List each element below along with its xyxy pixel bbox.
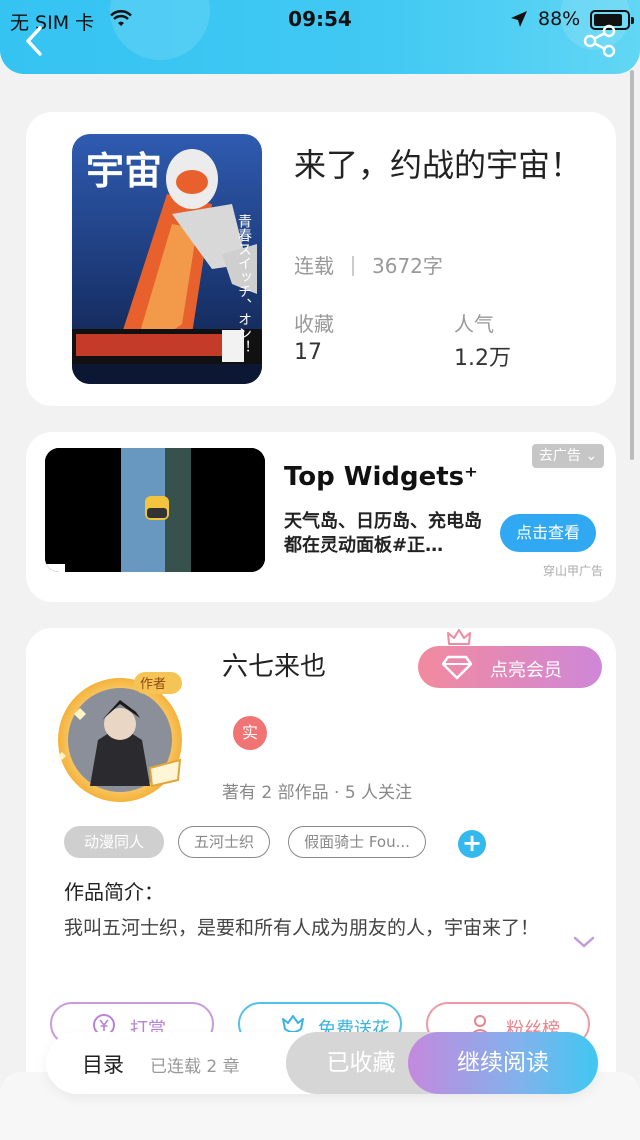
toc-button[interactable]: 目录 [82,1049,124,1079]
expand-intro-button[interactable] [572,934,596,954]
author-avatar-image: 作者 [58,672,182,802]
activate-vip-button[interactable]: 点亮会员 [418,646,602,688]
author-card: 作者 六七来也 点亮会员 实 著有 2 部作品 · 5 人关注 动漫同人 五河士… [26,628,616,1098]
add-tag-button[interactable]: + [458,830,486,858]
ad-video-frame [45,448,265,572]
ad-source: 穿山甲广告 [543,564,604,578]
back-button[interactable] [18,24,52,58]
cover-title-text: 宇宙 [86,149,162,193]
popularity-value: 1.2万 [454,346,511,371]
battery-nub [631,17,634,24]
chapter-count: 已连载 2 章 [150,1057,240,1077]
remove-ad-button[interactable]: 去广告 ⌄ [532,444,604,468]
author-avatar[interactable]: 作者 [50,668,190,808]
vip-label: 点亮会员 [490,660,562,681]
diamond-icon [441,654,473,685]
book-cover-image: 宇宙 青春スイッチ、オン！ [72,134,262,384]
battery-percent: 88% [538,8,581,30]
chevron-down-icon: ⌄ [585,448,598,464]
word-count: 3672字 [372,254,443,278]
popularity-label: 人气 [454,312,494,336]
favorites-value: 17 [294,340,322,365]
book-info-card: 宇宙 青春スイッチ、オン！ 来了，约战的宇宙！ 连载 3672字 收藏 17 人气… [26,112,616,406]
intro-label: 作品简介： [64,880,164,904]
top-header: 无 SIM 卡 09:54 88% [0,0,640,74]
location-arrow-icon [510,10,528,33]
book-meta: 连载 3672字 [294,250,443,279]
favorites-label: 收藏 [294,312,334,336]
book-title: 来了，约战的宇宙！ [294,146,583,184]
status-bar: 无 SIM 卡 09:54 88% [0,6,640,34]
plus-icon: + [461,829,483,857]
book-cover[interactable]: 宇宙 青春スイッチ、オン！ [72,134,262,384]
author-stats: 著有 2 部作品 · 5 人关注 [222,783,413,803]
scroll-indicator[interactable] [630,70,634,460]
author-name[interactable]: 六七来也 [222,646,326,683]
ad-title: Top Widgets⁺ [284,462,478,492]
chevron-down-icon [573,936,595,948]
intro-text: 我叫五河士织，是要和所有人成为朋友的人，宇宙来了！ [64,917,540,939]
collected-label: 已收藏 [326,1050,396,1076]
chevron-left-icon [26,26,42,56]
author-badge-label: 作者 [140,677,166,692]
remove-ad-label: 去广告 [538,448,581,464]
ad-description: 天气岛、日历岛、充电岛都在灵动面板#正… [284,511,482,556]
tag-item[interactable]: 假面骑士 Fou... [288,826,426,858]
share-icon [583,24,616,58]
meta-divider [352,256,354,276]
ad-card[interactable]: Top Widgets⁺ 天气岛、日历岛、充电岛都在灵动面板#正… 去广告 ⌄ … [26,432,616,602]
continue-reading-button[interactable]: 继续阅读 [408,1032,598,1094]
cover-side-text: 青春スイッチ、オン！ [236,214,252,354]
ad-video[interactable] [45,448,265,572]
ad-cta-button[interactable]: 点击查看 [500,514,596,552]
serial-status: 连载 [294,254,334,278]
share-button[interactable] [582,24,618,58]
tag-item[interactable]: 五河士织 [178,826,270,858]
verified-badge: 实 [233,716,267,750]
tag-item[interactable]: 动漫同人 [64,826,164,858]
bottom-action-bar: 目录 已连载 2 章 已收藏 继续阅读 [46,1032,598,1094]
